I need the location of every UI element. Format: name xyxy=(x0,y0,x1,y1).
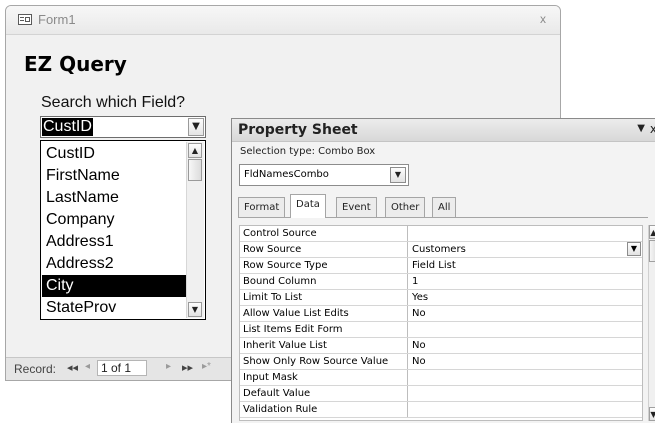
close-icon[interactable]: x xyxy=(540,12,546,26)
property-row-validation-rule[interactable]: Validation Rule xyxy=(240,402,642,418)
list-item[interactable]: StateProv xyxy=(42,297,186,319)
property-label: Limit To List xyxy=(240,290,408,305)
property-label: Inherit Value List xyxy=(240,338,408,353)
scroll-thumb[interactable] xyxy=(188,159,202,181)
list-item[interactable]: FirstName xyxy=(42,165,186,187)
property-sheet: Property Sheet ▼ x Selection type: Combo… xyxy=(231,118,655,423)
dropdown-list[interactable]: CustID FirstName LastName Company Addres… xyxy=(40,140,206,320)
property-label: Input Mask xyxy=(240,370,408,385)
property-row-row-source[interactable]: Row Source Customers ▼ xyxy=(240,242,642,258)
list-item[interactable]: LastName xyxy=(42,187,186,209)
chevron-down-icon[interactable]: ▼ xyxy=(188,118,204,136)
chevron-down-icon[interactable]: ▼ xyxy=(390,167,406,183)
property-value[interactable]: Customers xyxy=(412,242,622,257)
property-value[interactable] xyxy=(412,226,622,241)
scroll-down-icon[interactable]: ▼ xyxy=(188,302,202,317)
list-item[interactable]: CustID xyxy=(42,143,186,165)
scroll-up-icon[interactable]: ▲ xyxy=(188,143,202,158)
menu-dropdown-icon[interactable]: ▼ xyxy=(637,123,645,134)
first-record-icon[interactable]: ◂◂ xyxy=(67,361,78,374)
last-record-icon[interactable]: ▸▸ xyxy=(182,361,193,374)
chevron-down-icon[interactable]: ▼ xyxy=(627,242,641,256)
object-selector-combo[interactable]: FldNamesCombo ▼ xyxy=(239,164,409,186)
property-label: Validation Rule xyxy=(240,402,408,417)
property-row-limit-to-list[interactable]: Limit To List Yes xyxy=(240,290,642,306)
list-item[interactable]: Address2 xyxy=(42,253,186,275)
tab-all[interactable]: All xyxy=(432,197,457,217)
property-row-input-mask[interactable]: Input Mask xyxy=(240,370,642,386)
property-label: Row Source Type xyxy=(240,258,408,273)
form-title: Form1 xyxy=(38,12,76,27)
property-sheet-title: Property Sheet xyxy=(238,122,358,138)
property-value[interactable]: 1 xyxy=(412,274,622,289)
field-names-combo[interactable]: CustID ▼ xyxy=(40,116,206,138)
form-titlebar[interactable]: Form1 x xyxy=(6,6,560,35)
current-record-field[interactable]: 1 of 1 xyxy=(97,360,147,376)
property-row-list-items-edit-form[interactable]: List Items Edit Form xyxy=(240,322,642,338)
property-value[interactable]: No xyxy=(412,338,622,353)
property-label: Control Source xyxy=(240,226,408,241)
search-field-label: Search which Field? xyxy=(41,94,186,111)
property-grid-scrollbar[interactable]: ▲ ▼ xyxy=(648,225,655,421)
property-row-allow-value-list-edits[interactable]: Allow Value List Edits No xyxy=(240,306,642,322)
tab-other[interactable]: Other xyxy=(385,197,426,217)
selection-type-label: Selection type: Combo Box xyxy=(240,146,376,157)
property-row-inherit-value-list[interactable]: Inherit Value List No xyxy=(240,338,642,354)
combo-value[interactable]: CustID xyxy=(42,118,93,136)
property-value[interactable] xyxy=(412,402,622,417)
scroll-down-icon[interactable]: ▼ xyxy=(649,407,655,421)
property-grid: Control Source Row Source Customers ▼ Ro… xyxy=(239,225,643,421)
property-row-bound-column[interactable]: Bound Column 1 xyxy=(240,274,642,290)
property-value[interactable] xyxy=(412,322,622,337)
new-record-icon[interactable]: ▸* xyxy=(202,361,211,372)
close-icon[interactable]: x xyxy=(650,122,655,136)
dropdown-scrollbar[interactable]: ▲ ▼ xyxy=(186,142,204,318)
property-label: List Items Edit Form xyxy=(240,322,408,337)
object-selector-value[interactable]: FldNamesCombo xyxy=(244,169,329,180)
property-row-default-value[interactable]: Default Value xyxy=(240,386,642,402)
tab-event[interactable]: Event xyxy=(336,197,377,217)
property-label: Show Only Row Source Value xyxy=(240,354,408,369)
scroll-up-icon[interactable]: ▲ xyxy=(649,225,655,239)
property-value[interactable] xyxy=(412,386,622,401)
tab-format[interactable]: Format xyxy=(238,197,286,217)
property-sheet-titlebar[interactable]: Property Sheet ▼ x xyxy=(232,119,655,142)
property-value[interactable] xyxy=(412,370,622,385)
property-value[interactable]: No xyxy=(412,354,622,369)
property-row-show-only-row-source-values[interactable]: Show Only Row Source Value No xyxy=(240,354,642,370)
property-label: Bound Column xyxy=(240,274,408,289)
record-label: Record: xyxy=(14,362,57,376)
property-value[interactable]: Field List xyxy=(412,258,622,273)
scroll-thumb[interactable] xyxy=(649,240,655,262)
property-label: Default Value xyxy=(240,386,408,401)
property-value[interactable]: No xyxy=(412,306,622,321)
property-value[interactable]: Yes xyxy=(412,290,622,305)
property-label: Row Source xyxy=(240,242,408,257)
next-record-icon[interactable]: ▸ xyxy=(166,361,171,372)
form-heading: EZ Query xyxy=(24,52,127,76)
form-icon xyxy=(18,14,32,25)
list-item[interactable]: Company xyxy=(42,209,186,231)
property-row-control-source[interactable]: Control Source xyxy=(240,226,642,242)
property-tabs: Format Data Event Other All xyxy=(238,194,648,218)
tab-data[interactable]: Data xyxy=(290,194,326,218)
previous-record-icon[interactable]: ◂ xyxy=(85,361,90,372)
property-label: Allow Value List Edits xyxy=(240,306,408,321)
property-row-row-source-type[interactable]: Row Source Type Field List xyxy=(240,258,642,274)
list-item[interactable]: Address1 xyxy=(42,231,186,253)
list-item-selected[interactable]: City xyxy=(42,275,186,297)
